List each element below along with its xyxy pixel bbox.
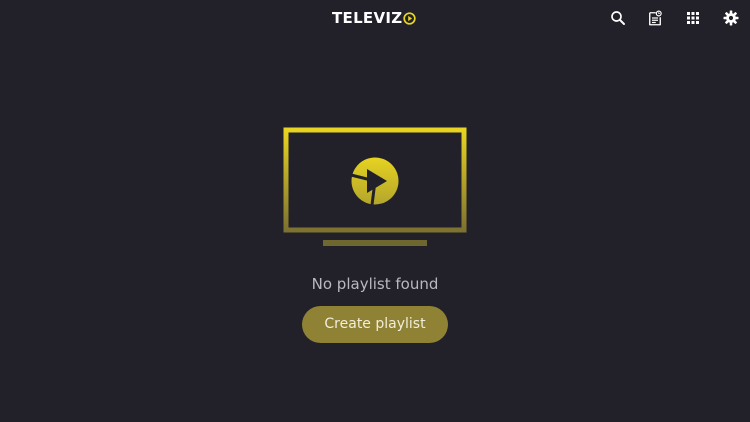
search-icon <box>611 11 625 25</box>
logo-text: TELEVIZ <box>332 9 403 27</box>
app-logo: TELEVIZ <box>332 9 417 27</box>
empty-state-message: No playlist found <box>311 275 439 293</box>
app-screen: TELEVIZ No playlist found Create playlis… <box>0 0 750 422</box>
tv-guide-icon <box>649 10 662 26</box>
search-button[interactable] <box>609 9 627 27</box>
settings-button[interactable] <box>722 9 740 27</box>
apps-grid-button[interactable] <box>684 9 702 27</box>
tv-guide-button[interactable] <box>646 9 664 27</box>
create-playlist-button[interactable]: Create playlist <box>302 306 448 343</box>
gear-icon <box>723 10 739 26</box>
tv-play-illustration <box>283 127 467 246</box>
grid-icon <box>687 12 699 24</box>
tv-stand <box>323 240 427 246</box>
logo-play-icon <box>403 11 417 25</box>
play-logo-icon <box>350 157 399 206</box>
